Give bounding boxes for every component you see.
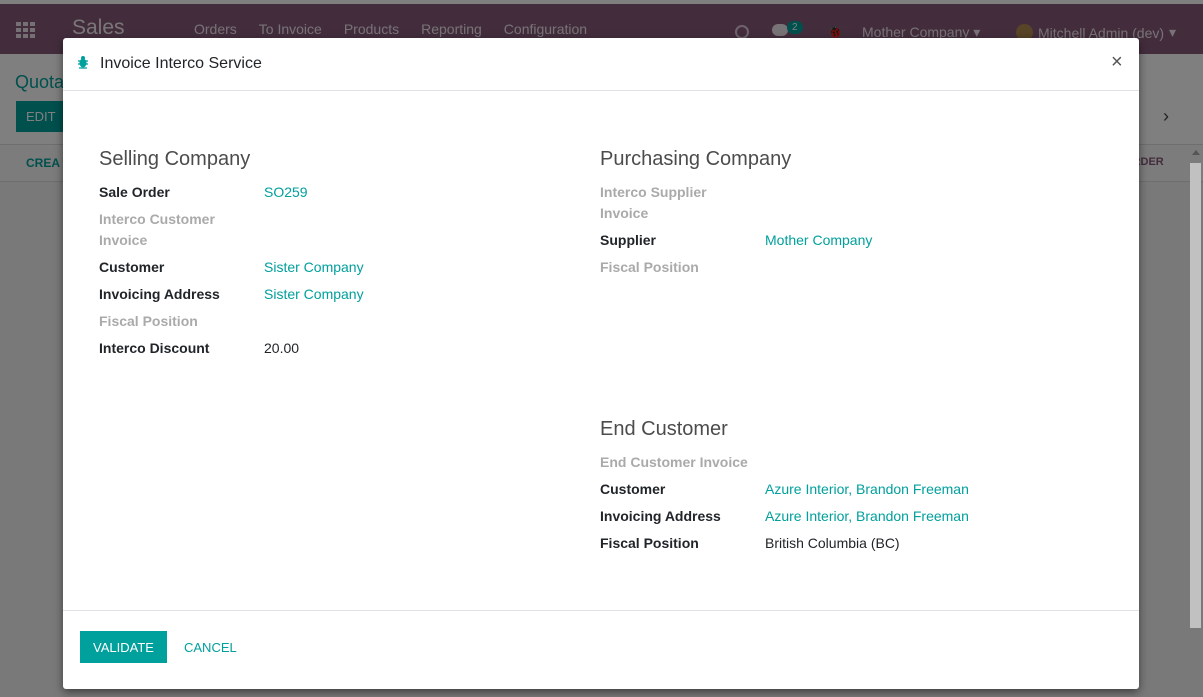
end-invoicing-address-label: Invoicing Address [600, 508, 721, 524]
modal-header: Invoice Interco Service × [63, 38, 1139, 91]
purchasing-fiscal-position-label: Fiscal Position [600, 259, 699, 275]
end-customer-title: End Customer [600, 418, 728, 440]
end-customer-invoice-label: End Customer Invoice [600, 454, 748, 470]
close-icon[interactable]: × [1111, 51, 1123, 74]
customer-label: Customer [99, 259, 165, 275]
bug-icon [78, 56, 88, 69]
invoicing-address-label: Invoicing Address [99, 286, 220, 302]
interco-supplier-invoice-label: Interco Supplier Invoice [600, 184, 707, 221]
end-invoicing-address-link[interactable]: Azure Interior, Brandon Freeman [765, 506, 969, 527]
end-customer-label: Customer [600, 481, 666, 497]
modal-title: Invoice Interco Service [100, 55, 262, 72]
interco-discount-label: Interco Discount [99, 340, 210, 356]
interco-customer-invoice-label: Interco Customer Invoice [99, 211, 215, 248]
customer-link[interactable]: Sister Company [264, 257, 364, 278]
selling-company-title: Selling Company [99, 148, 251, 170]
end-fiscal-position-label: Fiscal Position [600, 535, 699, 551]
end-fiscal-position-value: British Columbia (BC) [765, 535, 900, 551]
modal-body: Selling Company Sale Order SO259 Interco… [63, 91, 1139, 610]
invoice-interco-dialog: Invoice Interco Service × Selling Compan… [63, 38, 1139, 689]
invoicing-address-link[interactable]: Sister Company [264, 284, 364, 305]
sale-order-link[interactable]: SO259 [264, 182, 308, 203]
interco-discount-value: 20.00 [264, 340, 300, 356]
cancel-button[interactable]: CANCEL [184, 631, 237, 663]
fiscal-position-label: Fiscal Position [99, 313, 198, 329]
supplier-link[interactable]: Mother Company [765, 230, 872, 251]
validate-button[interactable]: VALIDATE [80, 631, 167, 663]
purchasing-company-title: Purchasing Company [600, 148, 792, 170]
end-customer-link[interactable]: Azure Interior, Brandon Freeman [765, 479, 969, 500]
supplier-label: Supplier [600, 232, 657, 248]
scrollbar-thumb[interactable] [1190, 163, 1201, 628]
scroll-up-arrow-icon[interactable] [1192, 150, 1200, 155]
sale-order-label: Sale Order [99, 184, 170, 200]
